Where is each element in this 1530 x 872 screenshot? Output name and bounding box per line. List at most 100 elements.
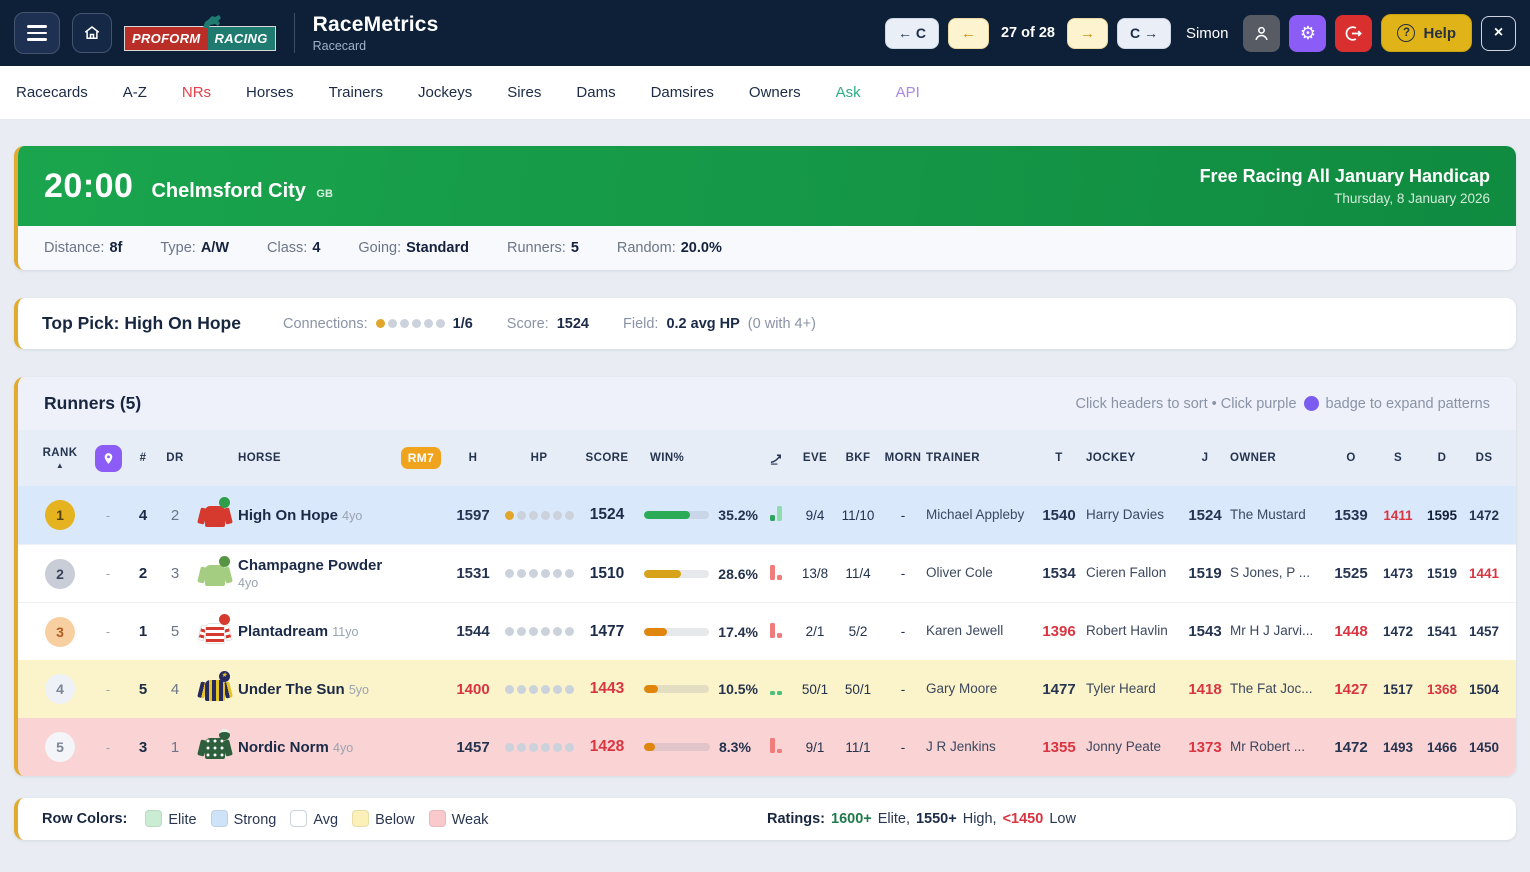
nav-dams[interactable]: Dams — [576, 84, 615, 101]
owner-name[interactable]: S Jones, P ... — [1230, 565, 1326, 582]
col-horse[interactable]: HORSE — [238, 452, 398, 464]
race-counter: 27 of 28 — [1001, 25, 1055, 41]
horse-name[interactable]: Plantadream — [238, 623, 328, 640]
trainer-rating: 1534 — [1032, 565, 1086, 582]
logout-button[interactable] — [1335, 15, 1372, 52]
horse-name[interactable]: High On Hope — [238, 507, 338, 524]
col-hp[interactable]: HP — [502, 452, 576, 464]
col-ds[interactable]: DS — [1464, 452, 1504, 464]
eve-odds: 13/8 — [794, 566, 836, 581]
col-eve[interactable]: EVE — [794, 452, 836, 464]
score-value: 1524 — [557, 316, 589, 332]
elite-swatch — [145, 810, 162, 827]
col-number[interactable]: # — [128, 452, 158, 464]
type-value: A/W — [201, 240, 229, 256]
col-t[interactable]: T — [1032, 452, 1086, 464]
race-course: Chelmsford City — [151, 180, 305, 202]
nav-api[interactable]: API — [896, 84, 920, 101]
trainer-name[interactable]: J R Jenkins — [926, 739, 1032, 756]
col-trainer[interactable]: TRAINER — [926, 452, 1032, 464]
user-name: Simon — [1186, 25, 1229, 42]
runner-row[interactable]: 1 - 4 2 High On Hope 4yo 1597 1524 35.2%… — [18, 486, 1516, 544]
class-label: Class: — [267, 240, 307, 256]
runner-row[interactable]: 4 - 5 4 Under The Sun 5yo 1400 1443 10.5… — [18, 660, 1516, 718]
connections-dots — [376, 319, 445, 328]
main-navigation: Racecards A-Z NRs Horses Trainers Jockey… — [0, 66, 1530, 120]
help-button[interactable]: ? Help — [1381, 14, 1472, 52]
nav-owners[interactable]: Owners — [749, 84, 801, 101]
nav-ask[interactable]: Ask — [836, 84, 861, 101]
trainer-name[interactable]: Gary Moore — [926, 681, 1032, 698]
random-value: 20.0% — [681, 240, 722, 256]
col-h[interactable]: H — [444, 452, 502, 464]
nav-horses[interactable]: Horses — [246, 84, 294, 101]
trainer-name[interactable]: Michael Appleby — [926, 507, 1032, 524]
win-pct: 28.6% — [718, 566, 758, 582]
avg-swatch — [290, 810, 307, 827]
col-d[interactable]: D — [1420, 452, 1464, 464]
col-draw[interactable]: DR — [158, 452, 192, 464]
jockey-name[interactable]: Cieren Fallon — [1086, 565, 1180, 582]
col-pattern-badge[interactable] — [88, 445, 128, 472]
win-bar — [644, 685, 709, 693]
trainer-name[interactable]: Karen Jewell — [926, 623, 1032, 640]
score: 1443 — [576, 680, 638, 698]
trend-down-icon — [770, 564, 782, 580]
prev-race-button[interactable]: ← — [948, 18, 989, 49]
divider — [294, 13, 295, 53]
jockey-name[interactable]: Robert Havlin — [1086, 623, 1180, 640]
trend-down-icon — [770, 622, 782, 638]
nav-nrs[interactable]: NRs — [182, 84, 211, 101]
proform-racing-logo[interactable]: PROFORM RACING — [124, 16, 276, 51]
damsire-rating: 1450 — [1464, 740, 1504, 755]
col-rm7[interactable]: RM7 — [398, 451, 444, 465]
col-rank[interactable]: RANK▲ — [32, 447, 88, 470]
trend-column-icon[interactable] — [758, 452, 794, 465]
col-s[interactable]: S — [1376, 452, 1420, 464]
horse-age: 5yo — [349, 683, 369, 697]
horse-name[interactable]: Nordic Norm — [238, 739, 329, 756]
nav-sires[interactable]: Sires — [507, 84, 541, 101]
settings-button[interactable]: ⚙ — [1289, 15, 1326, 52]
close-button[interactable]: × — [1481, 16, 1516, 51]
col-score[interactable]: SCORE — [576, 452, 638, 464]
col-j[interactable]: J — [1180, 452, 1230, 464]
col-o[interactable]: O — [1326, 452, 1376, 464]
col-morn[interactable]: MORN — [880, 452, 926, 464]
col-bkf[interactable]: BKF — [836, 452, 880, 464]
col-jockey[interactable]: JOCKEY — [1086, 452, 1180, 464]
connections-value: 1/6 — [453, 316, 473, 332]
runner-row[interactable]: 2 - 2 3 Champagne Powder 4yo 1531 1510 2… — [18, 544, 1516, 602]
runner-row[interactable]: 5 - 3 1 Nordic Norm 4yo 1457 1428 8.3% 9… — [18, 718, 1516, 776]
trainer-name[interactable]: Oliver Cole — [926, 565, 1032, 582]
owner-name[interactable]: Mr H J Jarvi... — [1230, 623, 1326, 640]
jockey-name[interactable]: Jonny Peate — [1086, 739, 1180, 756]
account-button[interactable] — [1243, 15, 1280, 52]
owner-name[interactable]: The Mustard — [1230, 507, 1326, 524]
next-race-button[interactable]: → — [1067, 18, 1108, 49]
jockey-name[interactable]: Harry Davies — [1086, 507, 1180, 524]
map-pin-icon — [95, 445, 122, 472]
owner-name[interactable]: Mr Robert ... — [1230, 739, 1326, 756]
menu-button[interactable] — [14, 12, 60, 54]
runner-row[interactable]: 3 - 1 5 Plantadream 11yo 1544 1477 17.4%… — [18, 602, 1516, 660]
home-button[interactable] — [72, 13, 112, 53]
nav-jockeys[interactable]: Jockeys — [418, 84, 472, 101]
runners-label: Runners: — [507, 240, 566, 256]
logo-part-proform: PROFORM — [124, 26, 208, 51]
next-course-button[interactable]: C → — [1117, 18, 1171, 49]
nav-racecards[interactable]: Racecards — [16, 84, 88, 101]
nav-trainers[interactable]: Trainers — [329, 84, 383, 101]
horse-name[interactable]: Champagne Powder — [238, 557, 382, 574]
random-label: Random: — [617, 240, 676, 256]
prev-course-button[interactable]: ← C — [885, 18, 939, 49]
nav-a-z[interactable]: A-Z — [123, 84, 147, 101]
horse-name[interactable]: Under The Sun — [238, 681, 345, 698]
nav-damsires[interactable]: Damsires — [651, 84, 714, 101]
trainer-rating: 1477 — [1032, 681, 1086, 698]
col-owner[interactable]: OWNER — [1230, 452, 1326, 464]
question-icon: ? — [1397, 24, 1415, 42]
owner-name[interactable]: The Fat Joc... — [1230, 681, 1326, 698]
jockey-name[interactable]: Tyler Heard — [1086, 681, 1180, 698]
col-win[interactable]: WIN% — [638, 452, 758, 464]
